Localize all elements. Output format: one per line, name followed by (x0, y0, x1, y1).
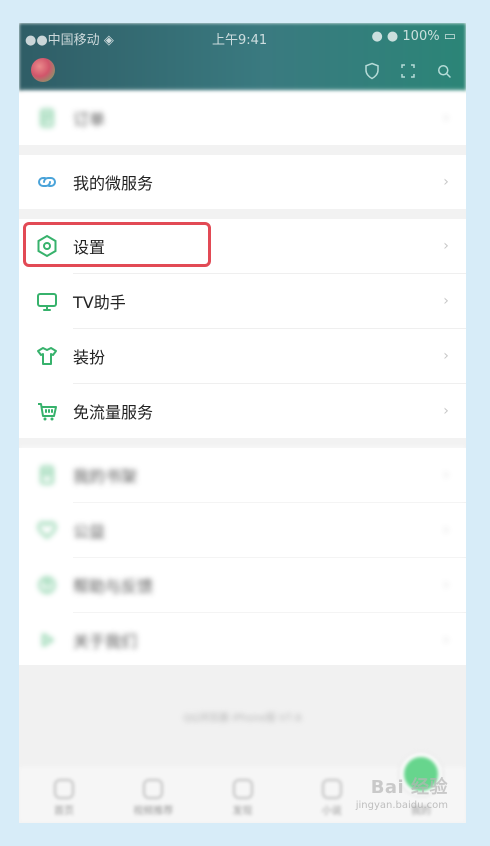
heart-icon (35, 518, 59, 542)
chevron-right-icon: › (443, 403, 449, 419)
discover-icon (232, 779, 253, 799)
menu-item-label: 我的微服务 (73, 174, 154, 193)
tv-icon (35, 289, 59, 313)
video-icon (143, 779, 164, 799)
cart-icon (35, 399, 59, 423)
link-icon (35, 170, 59, 194)
menu-item-settings[interactable]: 设置 › (19, 219, 466, 273)
menu-item-tv-assistant[interactable]: TV助手 › (19, 274, 466, 328)
watermark-brand: Bai 经验 (370, 777, 448, 798)
menu-item-help-feedback[interactable]: 帮助与反馈 › (19, 558, 466, 612)
novel-icon (321, 779, 342, 799)
menu-item-my-bookshelf[interactable]: 我的书架 › (19, 448, 466, 502)
menu-item-charity[interactable]: 公益 › (19, 503, 466, 557)
play-icon (35, 628, 59, 652)
menu-item-orders[interactable]: 订单 › (19, 91, 466, 145)
tab-label: 首页 (54, 806, 74, 817)
tab-home[interactable]: 首页 (29, 779, 99, 817)
tab-label: 发现 (232, 806, 253, 817)
settings-hexagon-icon (35, 234, 59, 258)
scan-icon[interactable] (398, 61, 418, 81)
section-divider (19, 145, 466, 155)
search-icon[interactable] (434, 61, 454, 81)
menu-item-label: 装扮 (73, 348, 106, 367)
home-icon (54, 779, 74, 799)
help-icon (35, 573, 59, 597)
watermark-url: jingyan.baidu.com (355, 800, 448, 811)
menu-item-label: TV助手 (73, 293, 126, 312)
tab-label: 视频推荐 (133, 806, 174, 817)
menu-item-label: 设置 (73, 238, 106, 257)
chevron-right-icon: › (443, 174, 449, 190)
section-divider (19, 438, 466, 448)
chevron-right-icon: › (443, 467, 449, 483)
menu-item-label: 我的书架 (73, 467, 138, 486)
receipt-icon (35, 106, 59, 130)
avatar[interactable] (31, 58, 55, 82)
status-time: 上午9:41 (212, 33, 268, 48)
menu-item-free-data-service[interactable]: 免流量服务 › (19, 384, 466, 438)
book-icon (35, 463, 59, 487)
chevron-right-icon: › (443, 522, 449, 538)
menu-item-my-micro-services[interactable]: 我的微服务 › (19, 155, 466, 209)
watermark: Bai 经验 jingyan.baidu.com (356, 773, 448, 811)
chevron-right-icon: › (443, 577, 449, 593)
menu-item-about-us[interactable]: 关于我们 › (19, 613, 466, 667)
shield-icon[interactable] (362, 61, 382, 81)
section-divider (19, 209, 466, 219)
menu-item-label: 订单 (73, 110, 106, 129)
tab-discover[interactable]: 发现 (208, 779, 278, 817)
top-right-actions (362, 61, 454, 81)
chevron-right-icon: › (443, 110, 449, 126)
menu-item-label: 关于我们 (73, 632, 138, 651)
menu-item-label: 免流量服务 (73, 403, 154, 422)
chevron-right-icon: › (443, 238, 449, 254)
tab-video[interactable]: 视频推荐 (118, 779, 188, 817)
tshirt-icon (35, 344, 59, 368)
menu-item-label: 帮助与反馈 (73, 577, 154, 596)
phone-screen: ●●中国移动 ◈ 上午9:41 ● ● 100% ▭ 订单 › 我的微服务 › … (19, 23, 466, 823)
chevron-right-icon: › (443, 632, 449, 648)
menu-item-label: 公益 (73, 522, 106, 541)
chevron-right-icon: › (443, 293, 449, 309)
status-battery: ● ● 100% ▭ (371, 29, 456, 44)
page-background: ●●中国移动 ◈ 上午9:41 ● ● 100% ▭ 订单 › 我的微服务 › … (0, 0, 490, 846)
status-carrier: ●●中国移动 ◈ (25, 33, 114, 48)
tab-label: 小说 (321, 806, 342, 817)
version-text: QQ浏览器 iPhone版 V7.6 (183, 713, 302, 724)
chevron-right-icon: › (443, 348, 449, 364)
menu-item-theme[interactable]: 装扮 › (19, 329, 466, 383)
